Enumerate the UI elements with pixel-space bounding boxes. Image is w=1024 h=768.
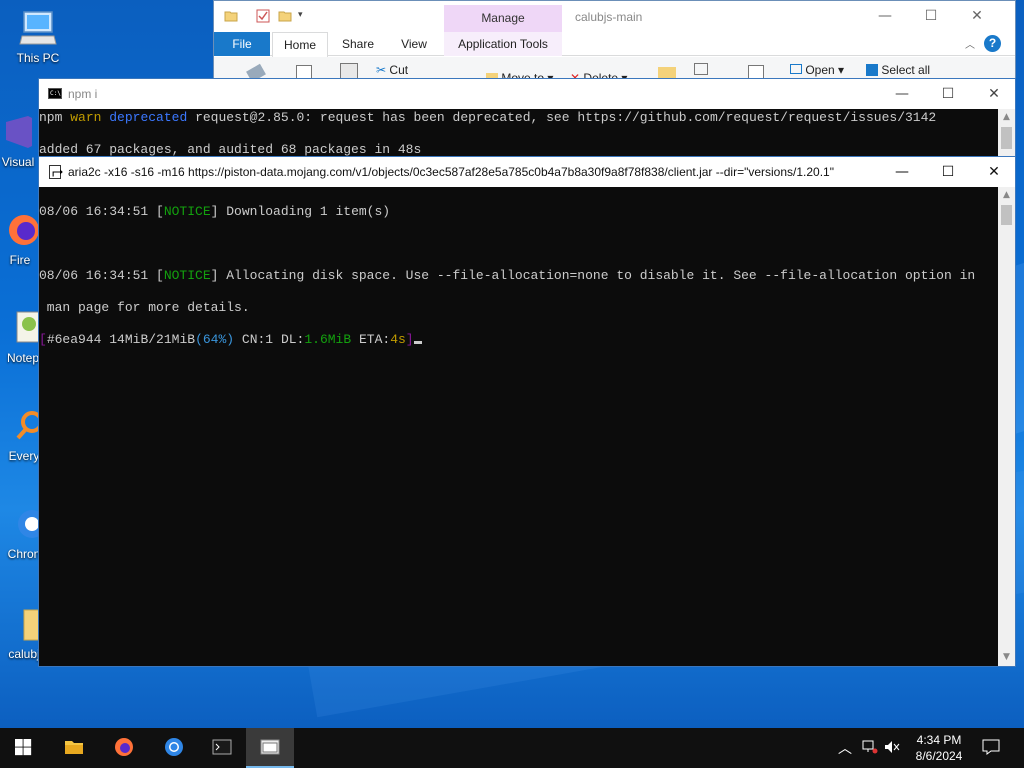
- system-clock[interactable]: 4:34 PM 8/6/2024: [898, 732, 980, 764]
- scroll-up-icon[interactable]: ▲: [998, 109, 1015, 126]
- log-line: 08/06 16:34:51 [NOTICE] Allocating disk …: [39, 268, 976, 283]
- chrome-icon: [165, 738, 183, 756]
- minimize-button[interactable]: —: [879, 79, 925, 109]
- explorer-title-bar[interactable]: ▾ Manage calubjs-main — ☐ ✕: [214, 1, 1015, 32]
- minimize-button[interactable]: —: [862, 1, 908, 31]
- text-cursor: [413, 341, 422, 344]
- cmd-icon: [212, 739, 232, 755]
- console-title-bar[interactable]: C:\ npm i — ☐ ✕: [39, 79, 1015, 109]
- folder-icon: [224, 11, 238, 22]
- tab-view[interactable]: View: [388, 32, 440, 56]
- computer-icon: [19, 11, 57, 45]
- help-button[interactable]: ?: [984, 35, 1001, 52]
- folder-icon: [65, 741, 83, 754]
- scissors-icon: ✂: [376, 63, 387, 77]
- progress-line: [#6ea944 14MiB/21MiB(64%) CN:1 DL:1.6MiB…: [39, 332, 998, 348]
- windows-logo-icon: [15, 739, 32, 756]
- aria2c-console-output[interactable]: 08/06 16:34:51 [NOTICE] Downloading 1 it…: [39, 187, 998, 666]
- visual-studio-icon: [6, 116, 32, 148]
- select-all-icon: [866, 64, 878, 76]
- tab-manage[interactable]: Manage: [444, 5, 562, 32]
- tab-file[interactable]: File: [214, 32, 270, 56]
- eta: 4s: [390, 332, 406, 347]
- show-hidden-icons-icon[interactable]: ︿: [838, 738, 852, 768]
- deprecated-tag: deprecated: [109, 110, 188, 125]
- firefox-icon: [115, 738, 133, 756]
- new-item-icon[interactable]: [694, 63, 708, 75]
- open-icon: [790, 64, 802, 74]
- maximize-button[interactable]: ☐: [925, 157, 971, 187]
- download-speed: 1.6MiB: [304, 332, 352, 347]
- taskbar-chrome[interactable]: [150, 728, 198, 768]
- quick-access-dropdown-icon[interactable]: ▾: [298, 9, 303, 20]
- minimize-button[interactable]: —: [879, 157, 925, 187]
- desktop-icon-label: This PC: [16, 51, 60, 65]
- clock-time: 4:34 PM: [916, 733, 962, 747]
- log-line-continued: man page for more details.: [39, 300, 250, 315]
- tab-share[interactable]: Share: [332, 32, 384, 56]
- log-line: 08/06 16:34:51 [NOTICE] Downloading 1 it…: [39, 204, 391, 219]
- download-percent: 64%: [202, 332, 227, 347]
- maximize-button[interactable]: ☐: [908, 1, 954, 31]
- scroll-thumb[interactable]: [1001, 127, 1012, 149]
- firefox-icon: [9, 215, 39, 245]
- notepad-plus-icon: [16, 311, 40, 343]
- open-button[interactable]: Open ▾: [790, 63, 844, 77]
- close-button[interactable]: ✕: [971, 157, 1017, 187]
- aria2c-console-scrollbar[interactable]: ▲ ▼: [998, 187, 1015, 666]
- console-window-icon: [260, 739, 280, 755]
- npm-warn-line: npm warn deprecated request@2.85.0: requ…: [39, 110, 937, 125]
- new-folder-icon[interactable]: [278, 9, 292, 23]
- warn-tag: warn: [70, 110, 102, 125]
- connections: CN:1: [241, 332, 274, 347]
- scroll-thumb[interactable]: [1001, 205, 1012, 225]
- collapse-ribbon-icon[interactable]: ︿: [965, 36, 975, 51]
- notice-tag: NOTICE: [163, 204, 211, 219]
- cut-label: Cut: [389, 63, 409, 77]
- close-button[interactable]: ✕: [954, 1, 1000, 31]
- cmd-icon: C:\: [48, 88, 62, 99]
- download-size: 14MiB/21MiB: [109, 332, 196, 347]
- taskbar-terminal[interactable]: [198, 728, 246, 768]
- console-title-bar[interactable]: ⮣ aria2c -x16 -s16 -m16 https://piston-d…: [39, 157, 1015, 187]
- close-button[interactable]: ✕: [971, 79, 1017, 109]
- clock-date: 8/6/2024: [915, 749, 963, 763]
- tab-application-tools[interactable]: Application Tools: [444, 32, 562, 56]
- taskbar-aria2c-console[interactable]: [246, 728, 294, 768]
- network-icon[interactable]: [862, 740, 878, 768]
- explorer-title: calubjs-main: [575, 10, 643, 24]
- taskbar: ︿ 4:34 PM 8/6/2024: [0, 728, 1024, 768]
- mouse-cursor-icon: ⮣: [52, 163, 64, 179]
- tab-home[interactable]: Home: [272, 32, 328, 57]
- taskbar-firefox[interactable]: [100, 728, 148, 768]
- taskbar-file-explorer[interactable]: [50, 728, 98, 768]
- scroll-up-icon[interactable]: ▲: [998, 187, 1015, 204]
- file-explorer-window[interactable]: ▾ Manage calubjs-main — ☐ ✕ File Home Sh…: [213, 0, 1016, 85]
- copy-icon[interactable]: [296, 65, 312, 79]
- maximize-button[interactable]: ☐: [925, 79, 971, 109]
- select-all-button[interactable]: Select all: [866, 63, 930, 77]
- gid: #6ea944: [46, 332, 102, 347]
- console-title: aria2c -x16 -s16 -m16 https://piston-dat…: [68, 165, 834, 179]
- scroll-down-icon[interactable]: ▼: [998, 649, 1015, 666]
- paste-icon[interactable]: [340, 63, 358, 79]
- properties-check-icon[interactable]: [256, 9, 270, 23]
- cut-button[interactable]: ✂ Cut: [376, 63, 408, 77]
- notice-tag: NOTICE: [163, 268, 211, 283]
- ribbon-tabs: File Home Share View Application Tools ︿: [214, 32, 1015, 57]
- start-button[interactable]: [0, 728, 48, 768]
- select-all-label: Select all: [881, 63, 931, 77]
- notifications-icon[interactable]: [982, 739, 1000, 768]
- open-label: Open: [805, 63, 835, 77]
- aria2c-console-window[interactable]: ⮣ aria2c -x16 -s16 -m16 https://piston-d…: [38, 156, 1016, 667]
- desktop-icon-this-pc[interactable]: This PC: [0, 8, 76, 65]
- console-title: npm i: [68, 87, 98, 101]
